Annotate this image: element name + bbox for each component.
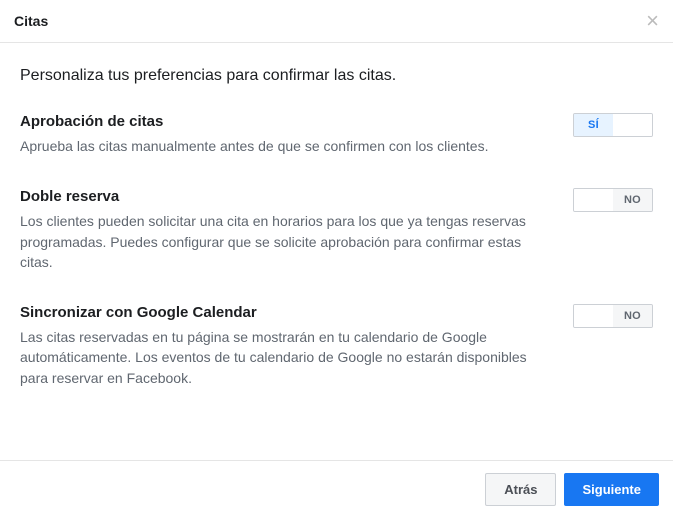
calendar-sync-section: Sincronizar con Google Calendar Las cita…: [20, 304, 653, 388]
appointments-dialog: Citas × Personaliza tus preferencias par…: [0, 0, 673, 518]
double-booking-title: Doble reserva: [20, 188, 540, 205]
dialog-header: Citas ×: [0, 0, 673, 43]
section-text: Sincronizar con Google Calendar Las cita…: [20, 304, 540, 388]
section-header: Doble reserva Los clientes pueden solici…: [20, 188, 653, 272]
approval-title: Aprobación de citas: [20, 113, 489, 130]
calendar-sync-toggle[interactable]: NO: [573, 304, 653, 328]
dialog-title: Citas: [14, 13, 48, 29]
approval-section: Aprobación de citas Aprueba las citas ma…: [20, 113, 653, 156]
next-button[interactable]: Siguiente: [564, 473, 659, 506]
dialog-footer: Atrás Siguiente: [0, 460, 673, 518]
intro-text: Personaliza tus preferencias para confir…: [20, 67, 653, 85]
double-booking-section: Doble reserva Los clientes pueden solici…: [20, 188, 653, 272]
section-text: Aprobación de citas Aprueba las citas ma…: [20, 113, 489, 156]
double-booking-toggle[interactable]: NO: [573, 188, 653, 212]
section-header: Aprobación de citas Aprueba las citas ma…: [20, 113, 653, 156]
dialog-content: Personaliza tus preferencias para confir…: [0, 43, 673, 460]
toggle-off-label: NO: [613, 305, 652, 327]
toggle-off-label: NO: [613, 189, 652, 211]
toggle-off-side: [613, 114, 652, 136]
calendar-sync-desc: Las citas reservadas en tu página se mos…: [20, 327, 540, 388]
double-booking-desc: Los clientes pueden solicitar una cita e…: [20, 211, 540, 272]
calendar-sync-title: Sincronizar con Google Calendar: [20, 304, 540, 321]
toggle-on-side: [574, 305, 613, 327]
approval-desc: Aprueba las citas manualmente antes de q…: [20, 136, 489, 156]
approval-toggle[interactable]: SÍ: [573, 113, 653, 137]
section-text: Doble reserva Los clientes pueden solici…: [20, 188, 540, 272]
section-header: Sincronizar con Google Calendar Las cita…: [20, 304, 653, 388]
toggle-on-side: [574, 189, 613, 211]
back-button[interactable]: Atrás: [485, 473, 556, 506]
close-icon[interactable]: ×: [646, 10, 659, 32]
toggle-on-label: SÍ: [574, 114, 613, 136]
